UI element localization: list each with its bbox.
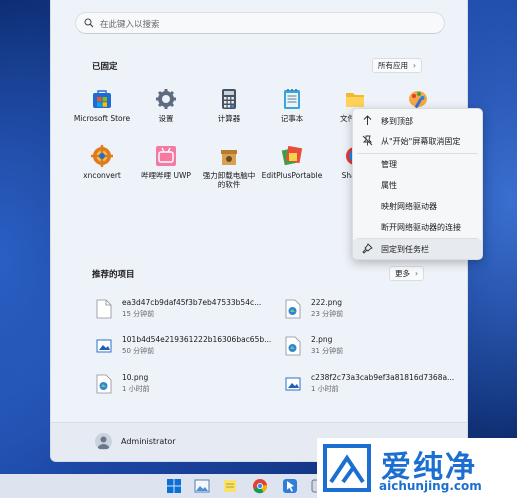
uninstall-icon [218,145,240,167]
app-label: EditPlusPortable [261,171,323,180]
taskbar-notes[interactable] [222,478,238,494]
windows-icon [167,479,181,493]
menu-item-map-network-drive[interactable]: 映射网络驱动器 [353,196,482,216]
editplus-icon [281,145,303,167]
recent-item[interactable]: 222.png 23 分钟前 [285,297,425,327]
menu-item-move-to-top[interactable]: 移到顶部 [353,111,482,131]
folder-icon [344,88,366,110]
photos-icon [194,479,210,493]
recent-item[interactable]: c238f2c73a3cab9ef3a81816d7368a... 1 小时前 [285,372,465,402]
recent-item[interactable]: 10.png 1 小时前 [96,372,266,402]
pin-icon [362,243,373,254]
app-label: 记事本 [280,114,304,123]
app-label: Microsoft Store [73,114,131,123]
pinned-app-calculator[interactable]: 计算器 [198,88,260,123]
png-icon [96,374,112,394]
taskbar-photos[interactable] [194,478,210,494]
paint-icon [407,88,429,110]
app-label: 强力卸载电脑中 的软件 [202,171,256,189]
logo-icon [323,444,371,492]
search-box[interactable]: 在此键入以搜索 [75,12,445,34]
store-icon [91,88,113,110]
recent-item[interactable]: ea3d47cb9daf45f3b7eb47533b54c... 15 分钟前 [96,297,266,327]
pinned-app-uninstaller[interactable]: 强力卸载电脑中 的软件 [198,145,260,189]
user-name[interactable]: Administrator [121,437,176,446]
avatar[interactable] [95,433,112,450]
image-icon [285,377,301,391]
app-label: 设置 [158,114,174,123]
pinned-app-microsoft-store[interactable]: Microsoft Store [71,88,133,123]
pinned-app-settings[interactable]: 设置 [135,88,197,123]
png-icon [285,336,301,356]
pinned-app-editplus[interactable]: EditPlusPortable [261,145,323,180]
watermark-logo: 爱纯净 aichunjing.com [317,438,517,498]
gear-icon [155,88,177,110]
pinned-title: 已固定 [92,62,118,72]
logo-url: aichunjing.com [379,479,482,493]
user-icon [97,436,110,449]
context-menu: 移到顶部 从"开始"屏幕取消固定 管理 属性 映射网络驱动器 断开网络驱动器的连… [352,108,483,260]
menu-item-pin-to-taskbar[interactable]: 固定到任务栏 [353,239,482,259]
taskbar-arrow-app[interactable] [282,478,298,494]
calculator-icon [218,88,240,110]
search-placeholder: 在此键入以搜索 [100,20,160,30]
menu-item-properties[interactable]: 属性 [353,175,482,195]
start-button[interactable] [166,478,182,494]
more-button[interactable]: 更多 › [389,266,424,281]
recent-item[interactable]: 2.png 31 分钟前 [285,334,425,364]
app-label: 计算器 [217,114,241,123]
notes-icon [224,480,236,492]
menu-item-disconnect-network-drive[interactable]: 断开网络驱动器的连接 [353,217,482,237]
notepad-icon [281,88,303,110]
unpin-icon [362,135,373,146]
menu-item-unpin-from-start[interactable]: 从"开始"屏幕取消固定 [353,131,482,151]
pinned-app-notepad[interactable]: 记事本 [261,88,323,123]
pinned-app-bilibili[interactable]: 哔哩哔哩 UWP [135,145,197,180]
chrome-icon [253,479,267,494]
app-label: 哔哩哔哩 UWP [141,171,191,180]
xnconvert-icon [91,145,113,167]
recent-item[interactable]: 101b4d54e219361222b16306bac65b... 50 分钟前 [96,334,271,364]
search-icon [84,18,94,28]
image-icon [96,339,112,353]
cursor-icon [283,479,297,493]
arrow-up-icon [363,115,372,125]
file-icon [96,299,112,319]
pinned-app-xnconvert[interactable]: xnconvert [71,145,133,180]
taskbar-chrome[interactable] [252,478,268,494]
png-icon [285,299,301,319]
app-label: xnconvert [83,171,121,180]
recommended-title: 推荐的项目 [92,270,135,280]
bilibili-icon [155,145,177,167]
menu-item-manage[interactable]: 管理 [353,154,482,174]
all-apps-button[interactable]: 所有应用 › [372,58,422,73]
